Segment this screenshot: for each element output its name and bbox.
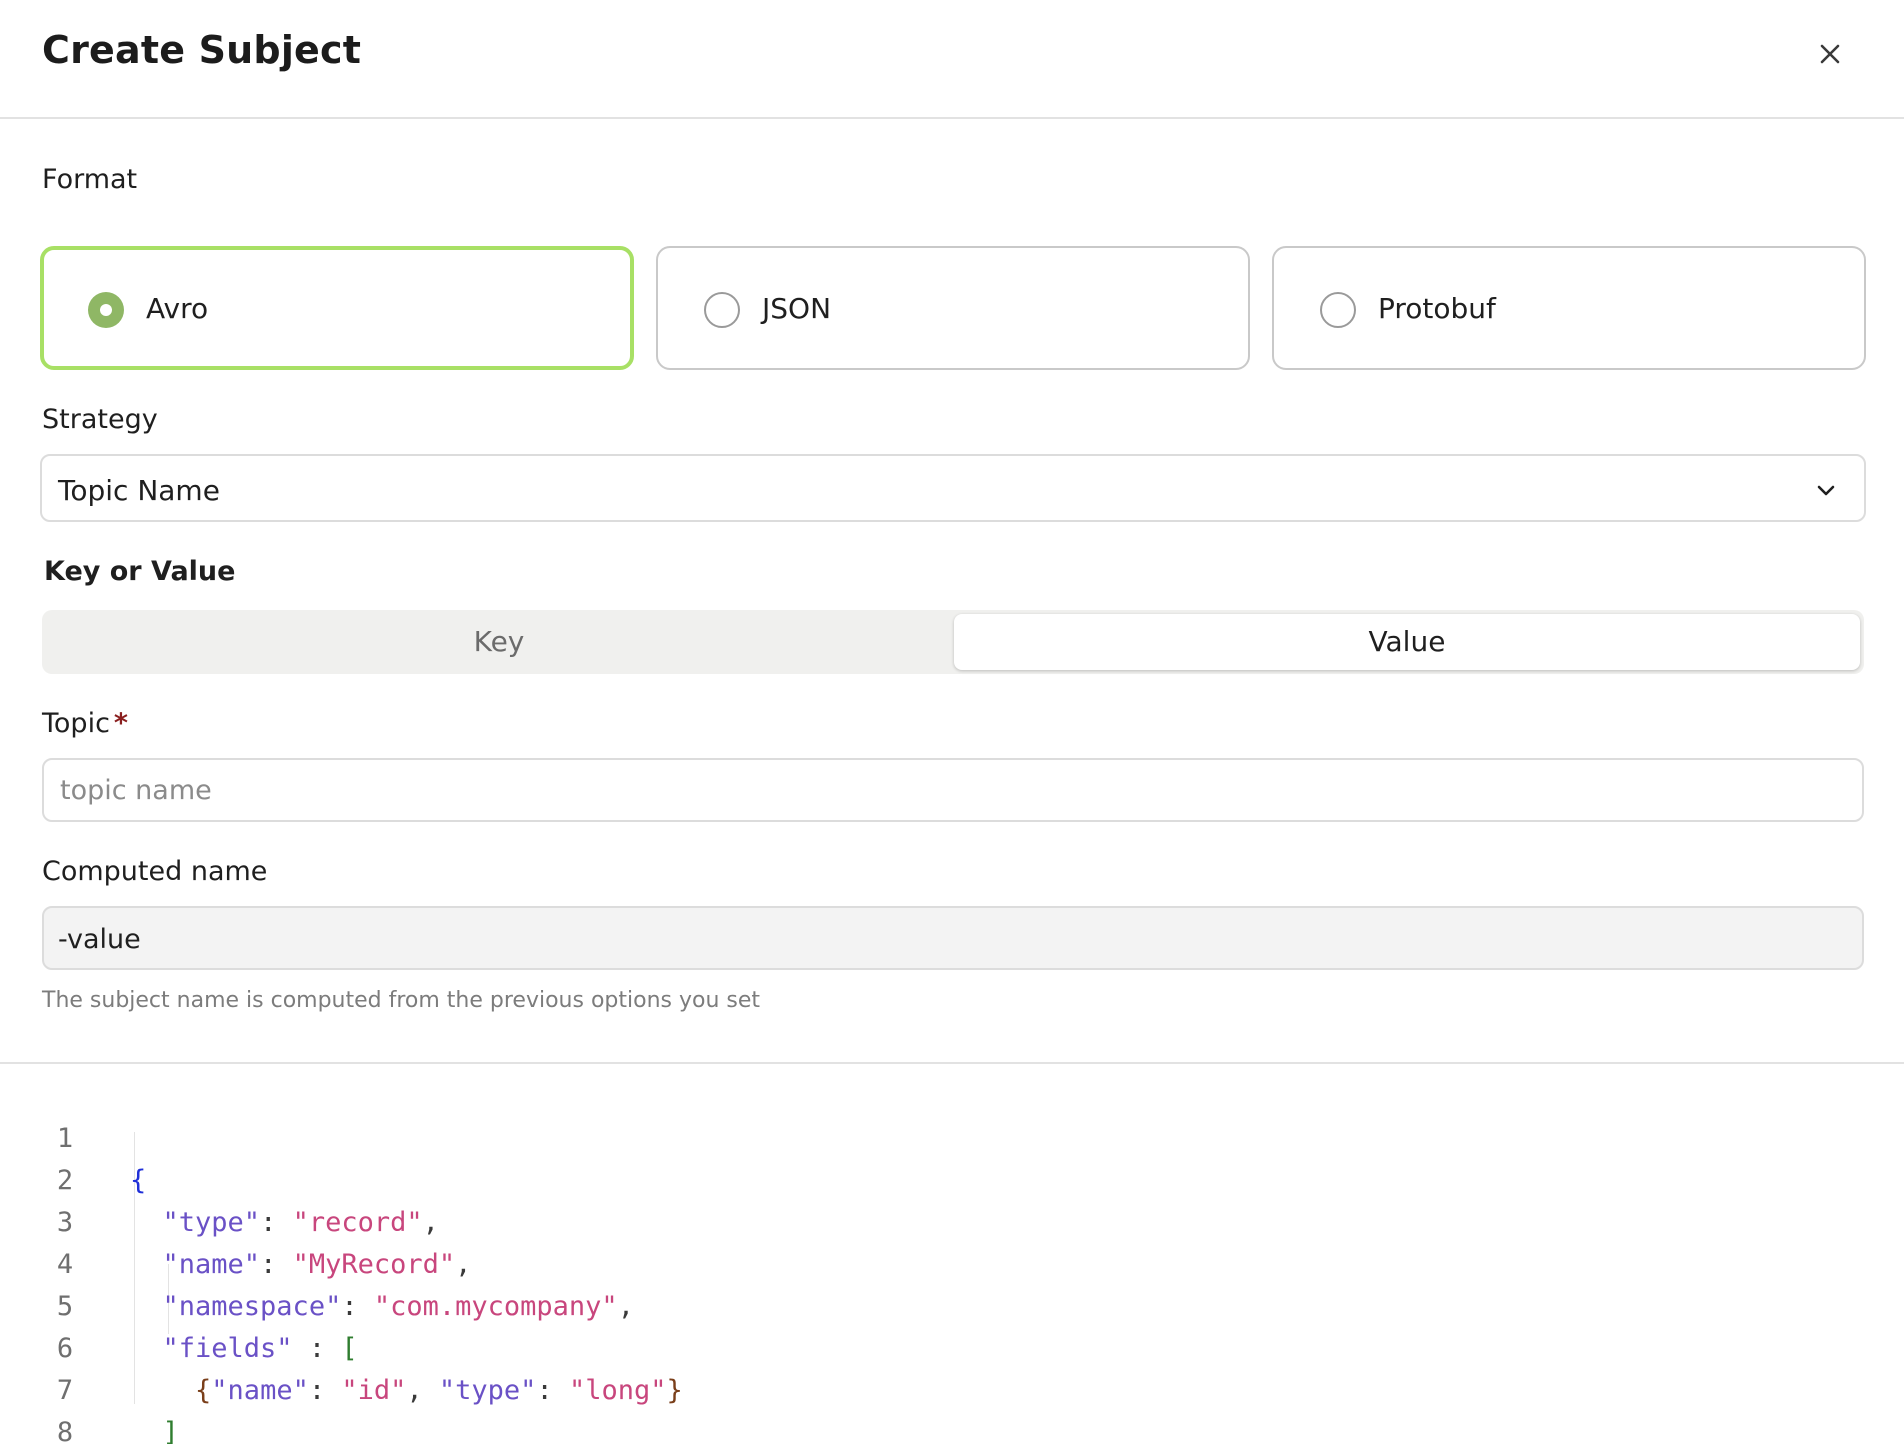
code-line: 7 ]: [0, 1328, 1904, 1444]
code-line: 1 {: [0, 1076, 1904, 1196]
format-option-avro[interactable]: Avro: [40, 246, 634, 370]
code-line: 4 "namespace": "com.mycompany",: [0, 1202, 1904, 1322]
value-option[interactable]: Value: [954, 614, 1860, 670]
dialog-header: Create Subject: [0, 0, 1904, 119]
format-option-label: Protobuf: [1378, 292, 1496, 325]
radio-unselected-icon: [704, 292, 740, 328]
code-line: 5 "fields" : [: [0, 1244, 1904, 1364]
topic-label: Topic *: [42, 708, 128, 739]
key-option[interactable]: Key: [46, 614, 952, 670]
code-text: ]: [162, 1417, 179, 1444]
chevron-down-icon: [1817, 485, 1835, 496]
computed-name-help-text: The subject name is computed from the pr…: [42, 988, 761, 1013]
format-option-label: JSON: [762, 292, 832, 325]
format-label: Format: [42, 164, 138, 195]
computed-name-label: Computed name: [42, 856, 268, 887]
radio-unselected-icon: [1320, 292, 1356, 328]
key-or-value-label: Key or Value: [44, 556, 236, 587]
computed-name-field: -value: [42, 906, 1864, 970]
key-value-toggle: Key Value: [42, 610, 1864, 674]
computed-name-value: -value: [58, 924, 141, 955]
code-line: 2 "type": "record",: [0, 1118, 1904, 1238]
code-line: 3 "name": "MyRecord",: [0, 1160, 1904, 1280]
code-line: 6 {"name": "id", "type": "long"}: [0, 1286, 1904, 1406]
code-line: 8 }: [0, 1370, 1904, 1444]
topic-label-text: Topic: [42, 708, 110, 739]
line-number: 8: [56, 1417, 74, 1444]
close-icon: [1820, 44, 1840, 64]
schema-editor[interactable]: 1 { 2 "type": "record", 3 "name": "MyRec…: [0, 1062, 1904, 1444]
format-option-label: Avro: [146, 292, 209, 325]
format-option-json[interactable]: JSON: [656, 246, 1250, 370]
dialog-title: Create Subject: [42, 28, 362, 72]
format-option-protobuf[interactable]: Protobuf: [1272, 246, 1866, 370]
topic-input[interactable]: [42, 758, 1864, 822]
strategy-select[interactable]: Topic Name: [40, 454, 1866, 522]
required-mark: *: [113, 708, 129, 739]
strategy-label: Strategy: [42, 404, 158, 435]
radio-selected-icon: [88, 292, 124, 328]
close-button[interactable]: [1810, 34, 1850, 74]
strategy-select-value: Topic Name: [58, 474, 220, 507]
